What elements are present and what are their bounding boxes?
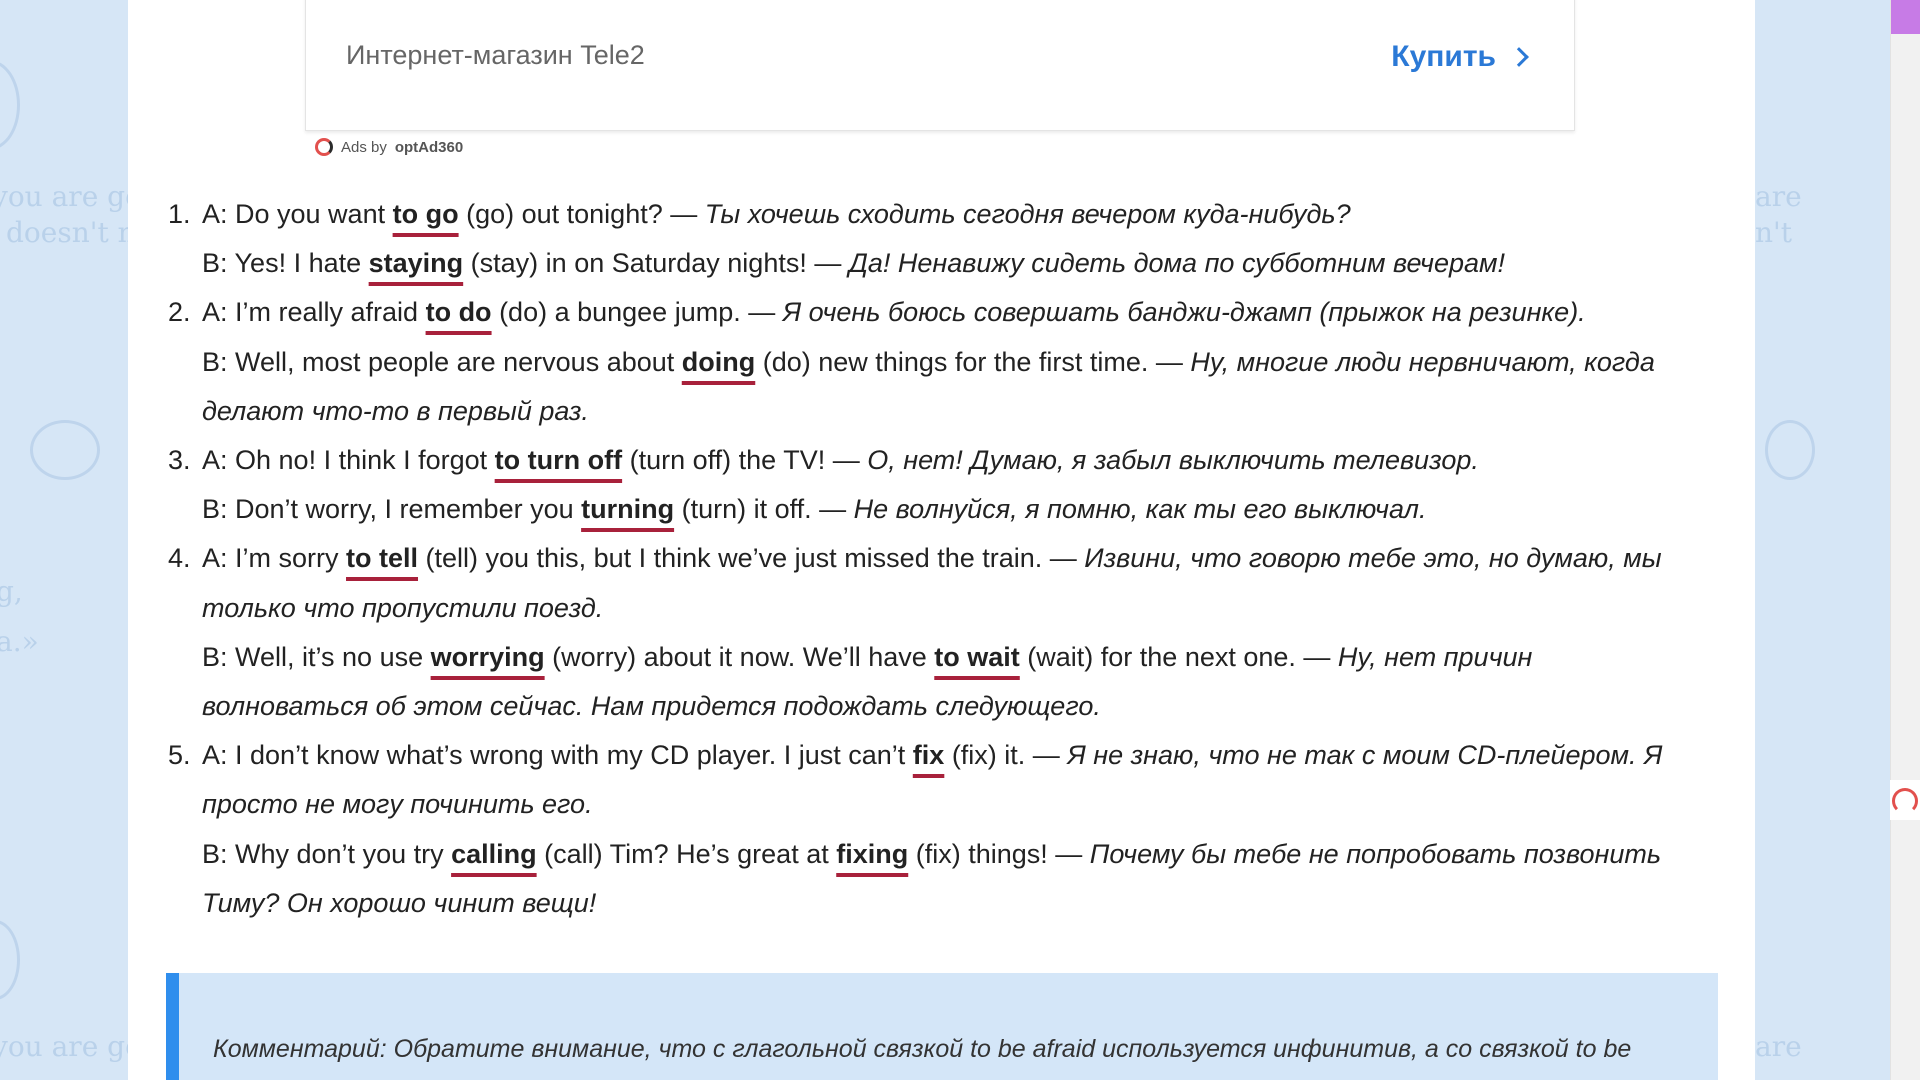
sentence-text: (fix) it. — [944,740,1068,771]
ad-buy-label: Купить [1391,40,1496,73]
decorative-flower-icon [1765,420,1815,480]
list-item: 5. A: I don’t know what’s wrong with my C… [168,731,1668,829]
list-item: B: Why don’t you try calling (call) Tim?… [168,830,1698,928]
translation-text: Ты хочешь сходить сегодня вечером куда-н… [704,199,1351,229]
item-number: 3. [168,445,191,476]
answer-word: to go [392,199,459,229]
sentence-text: (fix) things! — [908,838,1090,869]
bg-text: doesn't ma [6,216,130,249]
ad-title: Интернет-магазин Tele2 [346,40,645,70]
answer-word: to wait [934,641,1020,672]
scrollbar-thumb[interactable] [1891,0,1920,34]
list-item: B: Don’t worry, I remember you turning (… [168,485,1728,534]
ads-attribution[interactable]: Ads by optAd360 [315,138,463,156]
answer-word: to do [425,297,492,328]
article-content: Интернет-магазин Tele2 Купить Ads by opt… [128,0,1755,1080]
bg-text: n't [1755,216,1792,249]
sentence-text: A: Oh no! I think I forgot [202,445,495,476]
list-item: 4. A: I’m sorry to tell (tell) you this, … [168,534,1668,632]
sentence-text: B: Don’t worry, I remember you [202,494,582,525]
bg-text: you are go [0,180,130,213]
bg-text: are [1755,1030,1802,1063]
sentence-text: B: Yes! I hate [202,248,369,279]
bg-text: g, [0,575,23,608]
sentence-text: B: Why don’t you try [202,838,452,869]
sentence-text: B: Well, it’s no use [202,641,431,672]
ad-buy-button[interactable]: Купить [1391,40,1529,74]
answer-word: fix [912,740,945,771]
sentence-text: (worry) about it now. We’ll have [544,641,935,672]
right-decorative-background: are n't are [1755,0,1905,1080]
sentence-text: (tell) you this, but I think we’ve just … [418,543,1085,574]
translation-text: Я очень боюсь совершать банджи-джамп (пр… [782,297,1586,328]
list-item: 2. A: I’m really afraid to do (do) a bung… [168,288,1728,337]
sentence-text: (call) Tim? He’s great at [536,838,837,869]
sentence-text: A: I’m sorry [202,543,347,574]
sentence-text: A: I’m really afraid [202,297,426,328]
sentence-text: (turn) it off. — [674,494,854,525]
sentence-text: A: I don’t know what’s wrong with my CD … [202,740,913,771]
bg-text: are [1755,180,1802,213]
list-item: 3. A: Oh no! I think I forgot to turn off… [168,436,1728,485]
list-item: 1. A: Do you want to go (go) out tonight?… [168,190,1728,239]
sentence-text: B: Well, most people are nervous about [202,346,682,377]
sentence-text: (do) new things for the first time. — [755,346,1191,377]
translation-text: Не волнуйся, я помню, как ты его выключа… [853,494,1427,525]
exercise-list: 1. A: Do you want to go (go) out tonight?… [168,190,1728,928]
sentence-text: (stay) in on Saturday nights! — [463,248,849,279]
translation-text: Да! Ненавижу сидеть дома по субботним ве… [848,248,1506,279]
list-item: B: Well, most people are nervous about d… [168,338,1698,436]
decorative-flower-icon [30,420,100,480]
comment-box: Комментарий: Обратите внимание, что с гл… [166,973,1718,1080]
item-number: 2. [168,297,191,328]
advertisement-banner[interactable]: Интернет-магазин Tele2 Купить [305,0,1575,131]
answer-word: worrying [430,641,545,672]
page-scrollbar[interactable] [1890,0,1920,1080]
answer-word: doing [681,346,756,377]
translation-text: О, нет! Думаю, я забыл выключить телевиз… [867,445,1479,476]
optad-logo-icon [315,138,333,156]
comment-text: Комментарий: Обратите внимание, что с гл… [213,1035,1632,1063]
list-item: B: Yes! I hate staying (stay) in on Satu… [168,239,1728,288]
ads-by-brand: optAd360 [394,138,464,156]
ads-by-prefix: Ads by [341,138,387,156]
answer-word: calling [451,838,537,869]
item-number: 4. [168,543,191,574]
sentence-text: (do) a bungee jump. — [491,297,783,328]
sentence-text: (turn off) the TV! — [622,445,868,476]
decorative-swirl-icon [0,60,20,150]
optad-logo-icon[interactable] [1892,788,1918,814]
answer-word: to turn off [494,445,623,476]
list-item: B: Well, it’s no use worrying (worry) ab… [168,633,1698,731]
answer-word: fixing [836,838,909,869]
sentence-text: A: Do you want [202,199,393,229]
chevron-right-icon [1509,47,1529,67]
answer-word: turning [581,494,675,525]
sentence-text: (go) out tonight? — [458,199,705,229]
bg-text: a.» [0,625,39,658]
sentence-text: (wait) for the next one. — [1019,641,1338,672]
item-number: 5. [168,740,191,771]
answer-word: staying [368,248,464,279]
item-number: 1. [168,199,191,229]
bg-text: you are go [0,1030,130,1063]
decorative-swirl-icon [0,920,20,1000]
answer-word: to tell [346,543,419,574]
left-decorative-background: you are go doesn't ma g, a.» you are go [0,0,130,1080]
